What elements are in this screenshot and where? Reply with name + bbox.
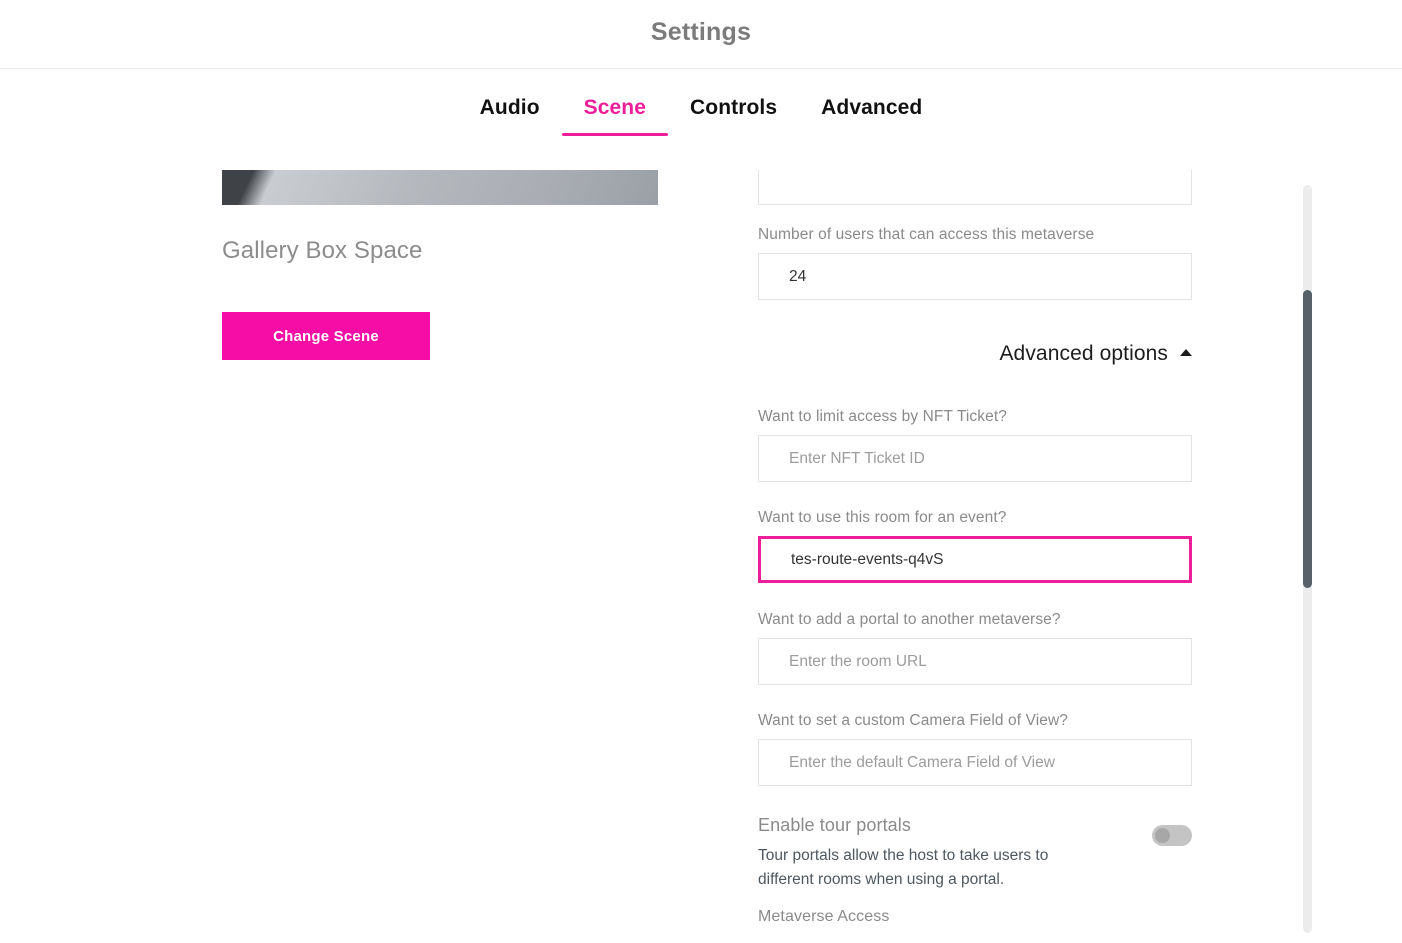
- portal-input[interactable]: [758, 638, 1192, 685]
- user-limit-field: Number of users that can access this met…: [758, 226, 1192, 300]
- event-room-label: Want to use this room for an event?: [758, 509, 1007, 526]
- portal-label: Want to add a portal to another metavers…: [758, 611, 1061, 628]
- scrollbar-thumb[interactable]: [1303, 290, 1312, 588]
- tour-portals-section: Enable tour portals Tour portals allow t…: [758, 815, 1192, 892]
- tour-portals-description: Tour portals allow the host to take user…: [758, 847, 1049, 889]
- event-room-input[interactable]: [758, 536, 1192, 583]
- toggle-knob: [1155, 828, 1170, 843]
- tab-scene[interactable]: Scene: [561, 96, 669, 136]
- tab-advanced-label: Advanced: [821, 96, 923, 119]
- page-title: Settings: [650, 18, 752, 46]
- tab-active-underline: [561, 133, 669, 136]
- settings-tabs: Audio Scene Controls Advanced: [0, 96, 1402, 136]
- tab-audio-label: Audio: [479, 96, 540, 119]
- advanced-options-toggle[interactable]: Advanced options: [758, 342, 1192, 366]
- advanced-options-label: Advanced options: [999, 342, 1168, 365]
- camera-fov-input[interactable]: [758, 739, 1192, 786]
- tour-portals-title: Enable tour portals: [758, 815, 911, 835]
- caret-up-icon: [1180, 349, 1192, 356]
- nft-ticket-field: Want to limit access by NFT Ticket?: [758, 408, 1192, 482]
- tab-audio[interactable]: Audio: [458, 96, 562, 136]
- settings-content: Gallery Box Space Change Scene Number of…: [0, 170, 1402, 943]
- scene-name: Gallery Box Space: [222, 237, 423, 264]
- tab-controls-label: Controls: [690, 96, 778, 119]
- portal-field: Want to add a portal to another metavers…: [758, 611, 1192, 685]
- camera-fov-field: Want to set a custom Camera Field of Vie…: [758, 712, 1192, 786]
- user-limit-label: Number of users that can access this met…: [758, 226, 1095, 243]
- scene-panel: Gallery Box Space Change Scene: [222, 170, 658, 360]
- tour-portals-switch[interactable]: [1152, 825, 1192, 846]
- tab-advanced[interactable]: Advanced: [799, 96, 944, 136]
- event-room-field: Want to use this room for an event?: [758, 509, 1192, 583]
- nft-ticket-label: Want to limit access by NFT Ticket?: [758, 408, 1007, 425]
- tab-controls[interactable]: Controls: [668, 96, 799, 136]
- window-header: Settings: [0, 0, 1402, 69]
- nft-ticket-input[interactable]: [758, 435, 1192, 482]
- tab-scene-label: Scene: [583, 96, 647, 119]
- settings-window: Settings Audio Scene Controls Advanced G…: [0, 0, 1402, 943]
- user-limit-input[interactable]: [758, 253, 1192, 300]
- clipped-field-above[interactable]: [758, 170, 1192, 205]
- change-scene-button[interactable]: Change Scene: [222, 312, 430, 360]
- scrollbar-track[interactable]: [1303, 185, 1312, 933]
- scene-thumbnail-image: [222, 170, 658, 205]
- camera-fov-label: Want to set a custom Camera Field of Vie…: [758, 712, 1069, 729]
- metaverse-access-label: Metaverse Access: [758, 908, 890, 925]
